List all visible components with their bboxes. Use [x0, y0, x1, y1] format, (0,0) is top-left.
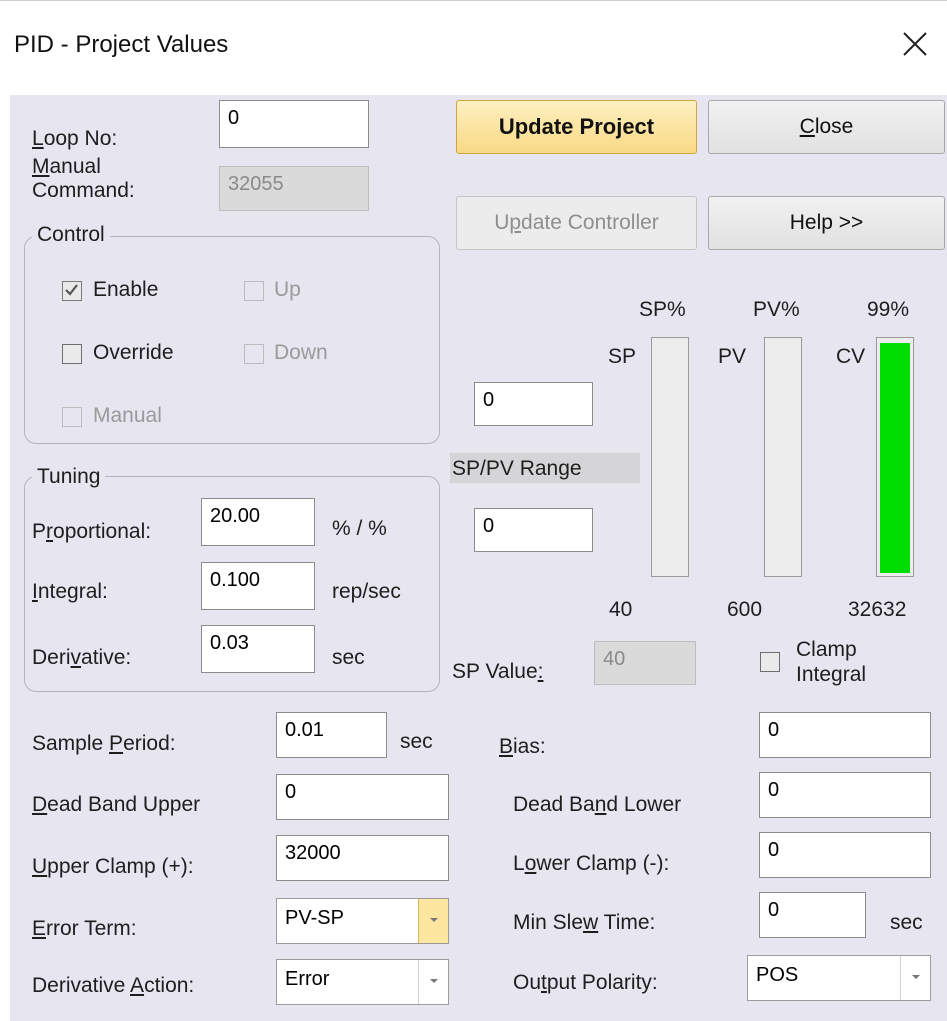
- loop-no-input[interactable]: 0: [219, 100, 369, 148]
- bias-label: Bias:: [499, 735, 546, 758]
- down-checkbox[interactable]: [244, 344, 264, 364]
- up-label: Up: [274, 278, 301, 301]
- sp-pv-range-lower-input[interactable]: 0: [474, 508, 593, 552]
- derivative-action-select[interactable]: Error: [276, 959, 449, 1005]
- lower-clamp-input[interactable]: 0: [759, 832, 931, 878]
- dead-band-lower-input[interactable]: 0: [759, 772, 931, 818]
- enable-label: Enable: [93, 278, 159, 301]
- pv-bar-value: 600: [727, 598, 763, 621]
- control-group-title: Control: [32, 223, 110, 247]
- output-polarity-select[interactable]: POS: [747, 955, 931, 1001]
- min-slew-time-label: Min Slew Time:: [513, 911, 656, 934]
- min-slew-time-unit: sec: [890, 911, 923, 934]
- loop-no-label: Loop No:: [32, 127, 118, 150]
- dead-band-upper-label: Dead Band Upper: [32, 793, 201, 816]
- error-term-label: Error Term:: [32, 917, 137, 940]
- override-checkbox[interactable]: [62, 344, 82, 364]
- proportional-input[interactable]: 20.00: [201, 498, 315, 546]
- sample-period-label: Sample Period:: [32, 732, 176, 755]
- sp-pv-range-upper-input[interactable]: 0: [474, 382, 593, 426]
- derivative-action-value: Error: [285, 968, 330, 990]
- clamp-integral-label: Clamp Integral: [796, 638, 867, 686]
- close-button[interactable]: Close: [708, 100, 945, 154]
- integral-input[interactable]: 0.100: [201, 562, 315, 610]
- help-button[interactable]: Help >>: [708, 196, 945, 250]
- derivative-input[interactable]: 0.03: [201, 625, 315, 673]
- enable-checkbox[interactable]: [62, 281, 82, 301]
- pv-bar: [764, 337, 802, 577]
- sample-period-input[interactable]: 0.01: [276, 712, 387, 758]
- up-checkbox[interactable]: [244, 281, 264, 301]
- control-group: [24, 236, 440, 444]
- output-polarity-value: POS: [756, 964, 799, 986]
- upper-clamp-input[interactable]: 32000: [276, 835, 449, 881]
- dead-band-lower-label: Dead Band Lower: [513, 793, 682, 816]
- tuning-group-title: Tuning: [32, 465, 106, 489]
- dialog-body: Loop No: 0 Manual Command: 32055 Control …: [10, 95, 947, 1021]
- window-title: PID - Project Values: [14, 31, 229, 58]
- update-controller-button[interactable]: Update Controller: [456, 196, 697, 250]
- cv-bar-value: 32632: [848, 598, 907, 621]
- pv-bar-label: PV: [718, 345, 747, 368]
- manual-label: Manual: [93, 404, 162, 427]
- proportional-unit: % / %: [332, 517, 387, 540]
- cv-bar-label: CV: [836, 345, 866, 368]
- sp-percent-label: SP%: [639, 298, 686, 321]
- proportional-label: Proportional:: [32, 520, 152, 543]
- override-label: Override: [93, 341, 174, 364]
- sp-value-input: 40: [594, 641, 696, 685]
- manual-checkbox[interactable]: [62, 407, 82, 427]
- dead-band-upper-input[interactable]: 0: [276, 774, 449, 820]
- error-term-select[interactable]: PV-SP: [276, 898, 449, 944]
- sp-bar-value: 40: [609, 598, 633, 621]
- cv-bar: [876, 337, 914, 577]
- derivative-action-label: Derivative Action:: [32, 974, 195, 997]
- close-icon[interactable]: [898, 27, 932, 61]
- cv-percent-label: 99%: [867, 298, 910, 321]
- chevron-down-icon[interactable]: [418, 960, 448, 1004]
- min-slew-time-input[interactable]: 0: [759, 892, 866, 938]
- output-polarity-label: Output Polarity:: [513, 971, 658, 994]
- clamp-integral-checkbox[interactable]: [760, 652, 780, 672]
- lower-clamp-label: Lower Clamp (-):: [513, 852, 670, 875]
- chevron-down-icon[interactable]: [418, 899, 448, 943]
- pv-percent-label: PV%: [753, 298, 800, 321]
- upper-clamp-label: Upper Clamp (+):: [32, 855, 194, 878]
- derivative-unit: sec: [332, 646, 365, 669]
- manual-command-label: Manual Command:: [32, 155, 135, 202]
- sp-value-label: SP Value:: [452, 660, 544, 683]
- chevron-down-icon[interactable]: [900, 956, 930, 1000]
- derivative-label: Derivative:: [32, 646, 132, 669]
- sample-period-unit: sec: [400, 730, 433, 753]
- integral-label: Integral:: [32, 580, 108, 603]
- sp-bar: [651, 337, 689, 577]
- sp-pv-range-label: SP/PV Range: [452, 457, 582, 480]
- error-term-value: PV-SP: [285, 907, 344, 929]
- cv-bar-fill: [880, 343, 910, 573]
- manual-command-input: 32055: [219, 166, 369, 211]
- bias-input[interactable]: 0: [759, 712, 931, 758]
- down-label: Down: [274, 341, 328, 364]
- update-project-button[interactable]: Update Project: [456, 100, 697, 154]
- sp-bar-label: SP: [608, 345, 637, 368]
- integral-unit: rep/sec: [332, 580, 401, 603]
- title-bar: PID - Project Values: [0, 0, 947, 96]
